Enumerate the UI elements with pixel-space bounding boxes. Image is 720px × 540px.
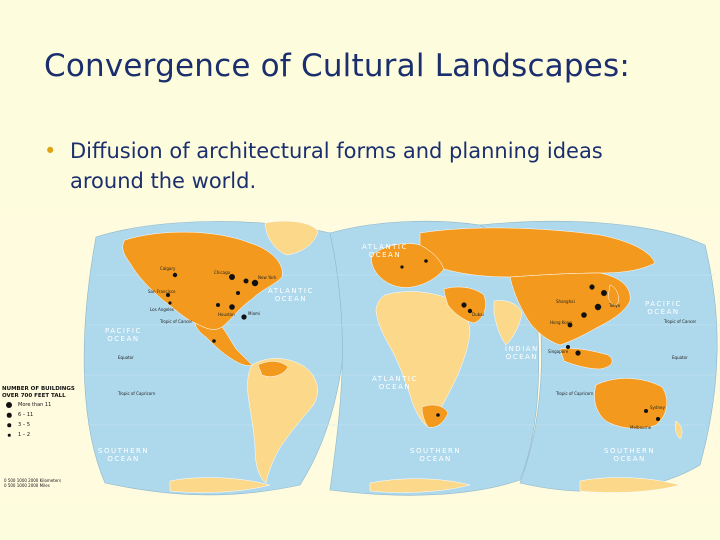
city-label: Singapore	[548, 349, 569, 354]
ocean-label-southern-2: SOUTHERN OCEAN	[410, 447, 462, 463]
city-label: San Francisco	[148, 289, 176, 294]
city-dot	[168, 301, 172, 305]
legend-title-line-1: NUMBER OF BUILDINGS	[2, 386, 75, 392]
latitude-label: Tropic of Capricorn	[556, 391, 594, 396]
ocean-label-indian: INDIAN OCEAN	[505, 345, 539, 361]
city-dot	[243, 278, 249, 284]
dot-tiny-icon	[7, 433, 11, 437]
city-label: Houston	[218, 312, 235, 317]
city-dot	[229, 304, 235, 310]
latitude-label: Tropic of Cancer	[664, 319, 697, 324]
city-label: New York	[258, 275, 277, 280]
ocean-label-atlantic-north: ATLANTIC OCEAN	[268, 287, 314, 303]
scale-miles: 0 500 1000 2000 Miles	[4, 483, 50, 488]
latitude-label: Equator	[672, 355, 688, 360]
latitude-label: Tropic of Cancer	[160, 319, 193, 324]
map-legend: NUMBER OF BUILDINGS OVER 700 FEET TALL M…	[2, 386, 90, 440]
city-dot	[400, 265, 404, 269]
city-dot	[236, 291, 240, 295]
ocean-label-pacific-east: PACIFIC OCEAN	[645, 300, 682, 316]
city-dot	[436, 413, 440, 417]
ocean-label-atlantic-east: ATLANTIC OCEAN	[362, 243, 408, 259]
legend-item: 1 – 2	[2, 430, 90, 440]
city-label: Hong Kong	[550, 320, 572, 325]
slide-title: Convergence of Cultural Landscapes:	[44, 48, 631, 84]
city-dot	[656, 417, 660, 421]
dot-large-icon	[6, 402, 12, 408]
latitude-label: Tropic of Capricorn	[118, 391, 156, 396]
bullet-icon: •	[44, 139, 57, 163]
latitude-label: Equator	[118, 355, 134, 360]
city-dot	[212, 339, 216, 343]
ocean-label-atlantic-south: ATLANTIC OCEAN	[372, 375, 418, 391]
bullet-text-line-2: around the world.	[70, 169, 257, 193]
city-label: Melbourne	[630, 425, 652, 430]
bullet-point: • Diffusion of architectural forms and p…	[44, 136, 694, 196]
city-label: Tokyo	[609, 303, 621, 308]
city-dot	[251, 279, 259, 287]
city-dot	[575, 350, 581, 356]
city-dot	[424, 259, 428, 263]
city-dot	[241, 314, 247, 320]
bullet-text-line-1: Diffusion of architectural forms and pla…	[70, 139, 603, 163]
ocean-label-pacific-west: PACIFIC OCEAN	[105, 327, 142, 343]
city-dot	[589, 284, 595, 290]
city-label: Los Angeles	[150, 307, 174, 312]
city-label: Dubai	[472, 312, 484, 317]
city-label: Shanghai	[556, 299, 575, 304]
map-scale: 0 500 1000 2000 Kilometers 0 500 1000 20…	[4, 478, 61, 488]
city-dot	[216, 303, 220, 307]
city-label: Calgary	[160, 266, 176, 271]
legend-item: 6 – 11	[2, 410, 90, 420]
legend-title-line-2: OVER 700 FEET TALL	[2, 393, 66, 399]
ocean-label-southern-3: SOUTHERN OCEAN	[604, 447, 656, 463]
city-label: Miami	[248, 311, 261, 316]
city-dot	[644, 409, 648, 413]
dot-small-icon	[7, 423, 11, 427]
city-dot	[172, 272, 178, 278]
ocean-label-southern-1: SOUTHERN OCEAN	[98, 447, 150, 463]
city-dot	[594, 303, 602, 311]
city-dot	[461, 302, 467, 308]
dot-medium-icon	[6, 412, 12, 418]
city-dot	[581, 312, 587, 318]
legend-item: More than 11	[2, 400, 90, 410]
legend-item: 3 – 5	[2, 420, 90, 430]
city-dot	[601, 290, 607, 296]
city-label: Chicago	[214, 270, 231, 275]
city-label: Sydney	[650, 405, 665, 410]
world-map: PACIFIC OCEAN ATLANTIC OCEAN ATLANTIC OCEAN…	[0, 215, 720, 498]
